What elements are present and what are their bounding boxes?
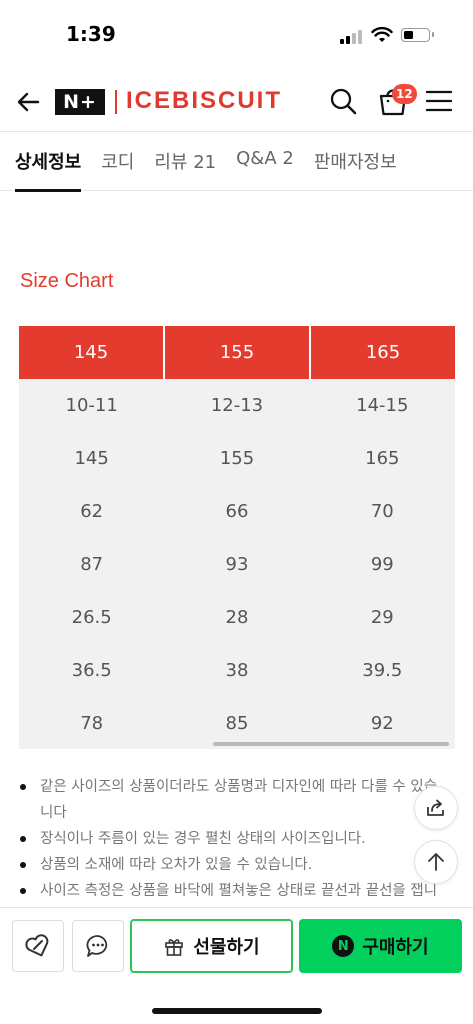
- buy-button[interactable]: N 구매하기: [299, 919, 462, 973]
- table-row: 10-11 12-13 14-15: [19, 379, 455, 432]
- table-cell: 70: [370, 501, 394, 522]
- table-row: 87 93 99: [19, 538, 455, 591]
- tab-seller-info[interactable]: 판매자정보: [314, 133, 397, 191]
- table-cell: 12-13: [210, 395, 264, 416]
- size-header-cell: 155: [165, 326, 311, 379]
- heart-icon: [25, 934, 49, 957]
- arrow-up-icon: [428, 853, 444, 871]
- table-cell: 10-11: [65, 395, 118, 416]
- table-cell: 26.5: [71, 607, 112, 628]
- status-time: 1:39: [66, 22, 116, 46]
- share-icon: [427, 799, 444, 816]
- list-item: 사이즈 측정은 상품을 바닥에 펼쳐놓은 상태로 끝선과 끝선을 잽니: [20, 878, 450, 902]
- gift-icon: [165, 939, 184, 956]
- table-cell: 145: [74, 448, 109, 469]
- table-cell: 38: [225, 660, 249, 681]
- table-cell: 93: [225, 554, 249, 575]
- chat-bubble-icon: [86, 935, 108, 957]
- naver-plus-logo[interactable]: N+: [55, 89, 105, 115]
- size-chart-table: 145 155 165 10-11 12-13 14-15 145 155 16…: [19, 326, 455, 749]
- table-cell: 99: [370, 554, 394, 575]
- table-row: 62 66 70: [19, 485, 455, 538]
- table-cell: 36.5: [71, 660, 112, 681]
- size-header-cell: 145: [19, 326, 165, 379]
- buy-button-label: 구매하기: [362, 937, 429, 958]
- table-row: 36.5 38 39.5: [19, 644, 455, 697]
- table-cell: 155: [219, 448, 255, 469]
- cart-count-badge: 12: [392, 84, 417, 104]
- table-horizontal-scrollbar[interactable]: [213, 742, 449, 746]
- table-row: 145 155 165: [19, 432, 455, 485]
- share-button[interactable]: [414, 786, 458, 830]
- gift-button[interactable]: 선물하기: [130, 919, 293, 973]
- search-icon[interactable]: [328, 86, 358, 116]
- battery-icon: [401, 28, 434, 42]
- status-bar: 1:39: [0, 0, 473, 70]
- table-cell: 29: [370, 607, 394, 628]
- wishlist-button[interactable]: [12, 920, 64, 972]
- hamburger-menu-icon[interactable]: [425, 88, 453, 114]
- table-cell: 78: [80, 713, 104, 734]
- app-header: N+ ICEBISCUIT 12: [0, 70, 473, 132]
- naver-pay-icon: N: [332, 935, 355, 957]
- table-cell: 28: [225, 607, 249, 628]
- bottom-purchase-bar: 선물하기 N 구매하기: [0, 907, 473, 1024]
- cellular-signal-icon: [340, 28, 364, 44]
- scroll-to-top-button[interactable]: [414, 840, 458, 884]
- product-tabs: 상세정보 코디 리뷰 21 Q&A 2 판매자정보: [0, 133, 473, 192]
- talk-chat-button[interactable]: [72, 920, 124, 972]
- home-indicator: [152, 1008, 322, 1014]
- logo-divider: [115, 90, 117, 114]
- table-cell: 87: [80, 554, 104, 575]
- size-chart-title: Size Chart: [20, 270, 114, 292]
- list-item: 장식이나 주름이 있는 경우 펼친 상태의 사이즈입니다.: [20, 826, 450, 852]
- list-item: 상품의 소재에 따라 오차가 있을 수 있습니다.: [20, 852, 450, 878]
- back-arrow-icon[interactable]: [14, 87, 44, 117]
- brand-name[interactable]: ICEBISCUIT: [126, 87, 282, 115]
- tab-reviews[interactable]: 리뷰 21: [154, 133, 216, 191]
- gift-button-label: 선물하기: [193, 937, 260, 958]
- wifi-icon: [371, 26, 393, 42]
- list-item: 같은 사이즈의 상품이더라도 상품명과 디자인에 따라 다를 수 있습니다: [20, 774, 450, 826]
- tab-detail[interactable]: 상세정보: [15, 133, 82, 192]
- size-chart-header-row: 145 155 165: [19, 326, 455, 379]
- tab-qna[interactable]: Q&A 2: [236, 133, 294, 191]
- table-cell: 14-15: [356, 395, 409, 416]
- tab-coordi[interactable]: 코디: [101, 133, 134, 191]
- table-cell: 165: [365, 448, 400, 469]
- size-header-cell: 165: [311, 326, 455, 379]
- table-cell: 39.5: [362, 660, 403, 681]
- table-cell: 62: [80, 501, 104, 522]
- table-cell: 66: [225, 501, 249, 522]
- table-row: 26.5 28 29: [19, 591, 455, 644]
- size-notes-list: 같은 사이즈의 상품이더라도 상품명과 디자인에 따라 다를 수 있습니다 장식…: [20, 774, 450, 902]
